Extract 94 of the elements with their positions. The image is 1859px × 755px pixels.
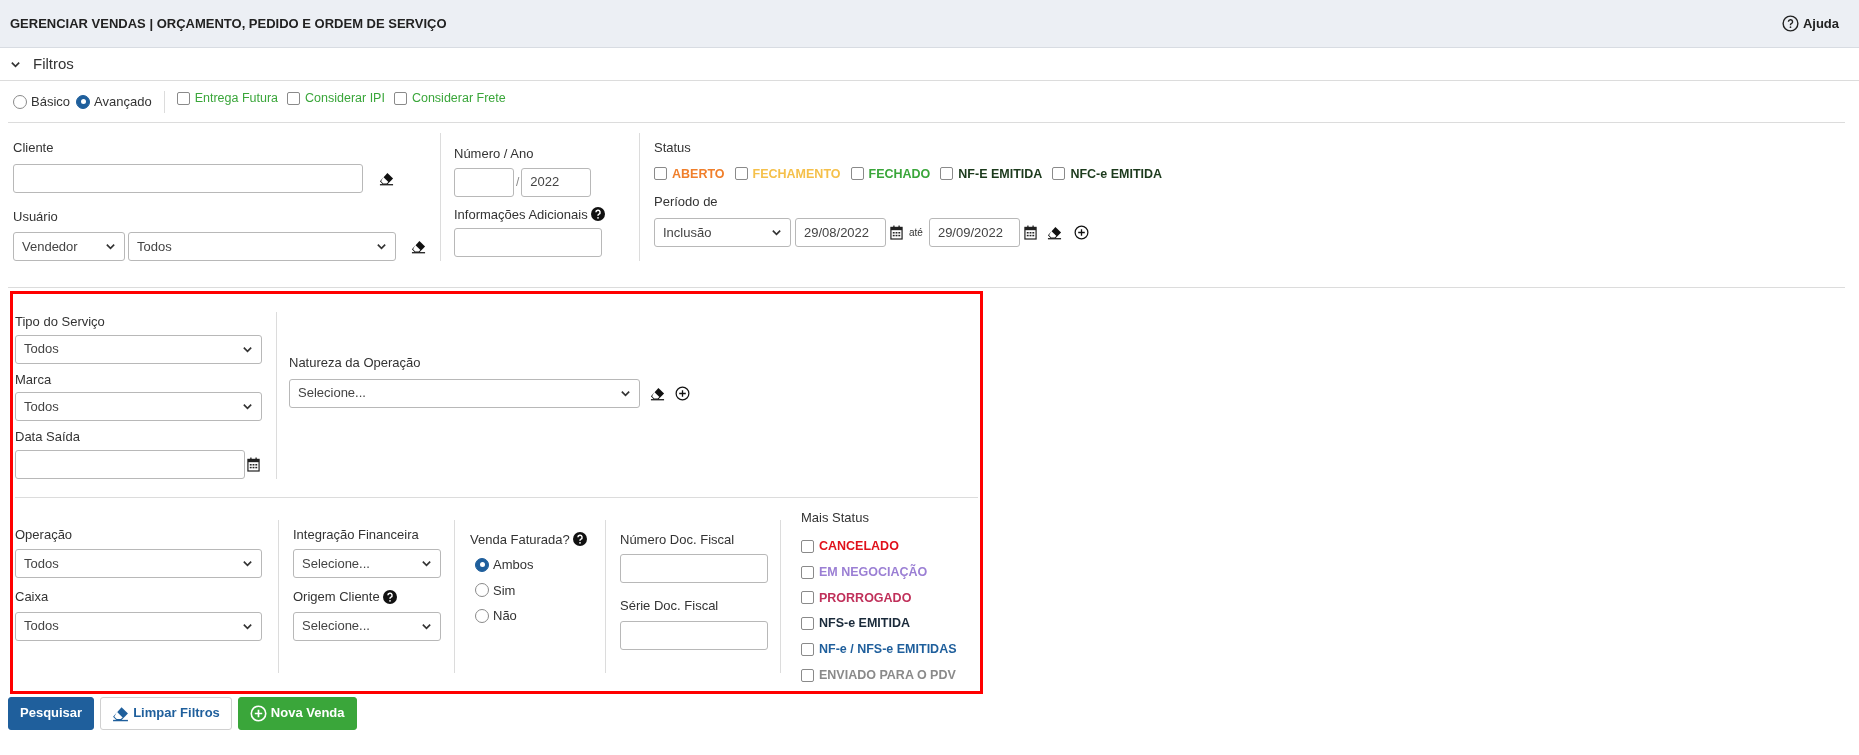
checkbox-label[interactable]: NF-e / NFS-e EMITIDAS xyxy=(819,640,957,659)
input-field[interactable]: 2022 xyxy=(521,167,592,197)
checkbox[interactable] xyxy=(801,539,814,553)
dropdown[interactable]: Selecione... xyxy=(293,611,441,641)
clear-filters-button[interactable]: Limpar Filtros xyxy=(100,696,232,730)
dropdown[interactable]: Todos xyxy=(128,232,396,261)
checkbox[interactable] xyxy=(734,167,748,181)
dropdown[interactable]: Vendedor xyxy=(13,232,125,261)
field-label: Marca xyxy=(15,370,53,389)
input-field[interactable] xyxy=(620,554,768,583)
checkbox[interactable] xyxy=(801,565,814,579)
help-icon[interactable] xyxy=(382,589,397,604)
radio-button[interactable] xyxy=(76,94,91,109)
eraser-icon xyxy=(112,704,130,722)
add-icon xyxy=(249,704,267,722)
checkbox[interactable] xyxy=(654,167,667,181)
radio-button[interactable] xyxy=(475,583,489,598)
checkbox-label[interactable]: NFC-e EMITIDA xyxy=(1070,164,1163,184)
field-label: Status xyxy=(654,139,692,157)
dropdown[interactable]: Inclusão xyxy=(654,217,791,247)
input-field[interactable] xyxy=(454,228,602,257)
separator-slash: / xyxy=(516,174,520,191)
radio-label[interactable]: Sim xyxy=(493,580,516,600)
radio-button[interactable] xyxy=(475,557,489,572)
checkbox[interactable] xyxy=(287,92,300,105)
eraser-icon[interactable] xyxy=(411,239,426,254)
checkbox-label[interactable]: PRORROGADO xyxy=(819,588,912,608)
checkbox[interactable] xyxy=(176,92,190,105)
chevron-down-icon xyxy=(242,401,253,412)
field-label: Operação xyxy=(15,525,74,544)
checkbox-label[interactable]: CANCELADO xyxy=(819,537,899,556)
checkbox[interactable] xyxy=(393,92,407,105)
filters-toggle[interactable]: Filtros xyxy=(0,48,1859,81)
field-label: Período de xyxy=(654,193,719,212)
help-icon[interactable] xyxy=(590,207,605,222)
radio-label[interactable]: Avançado xyxy=(94,91,152,112)
dropdown[interactable]: Todos xyxy=(15,549,262,578)
calendar-icon[interactable] xyxy=(247,456,260,472)
add-icon[interactable] xyxy=(675,385,690,401)
checkbox[interactable] xyxy=(801,591,814,605)
field-label: Cliente xyxy=(13,139,55,157)
field-label: Mais Status xyxy=(801,508,870,527)
radio-label[interactable]: Não xyxy=(493,606,517,626)
dropdown[interactable]: Selecione... xyxy=(289,378,640,408)
checkbox-label[interactable]: NF-E EMITIDA xyxy=(958,164,1043,184)
field-label: Data Saída xyxy=(15,428,82,446)
checkbox[interactable] xyxy=(850,167,864,181)
radio-button[interactable] xyxy=(475,608,489,623)
checkbox[interactable] xyxy=(801,668,814,682)
chevron-down-icon xyxy=(421,558,432,569)
checkbox-label[interactable]: NFS-e EMITIDA xyxy=(819,614,910,633)
input-field[interactable] xyxy=(454,167,514,197)
field-label: Venda Faturada? xyxy=(470,530,570,549)
search-button[interactable]: Pesquisar xyxy=(8,696,95,730)
field-label: Natureza da Operação xyxy=(289,354,422,372)
eraser-icon[interactable] xyxy=(1046,224,1062,240)
field-label: Série Doc. Fiscal xyxy=(620,597,720,615)
input-field[interactable] xyxy=(620,620,768,650)
dropdown[interactable]: Todos xyxy=(15,392,262,421)
field-label: Tipo do Serviço xyxy=(15,313,106,331)
page-title: GERENCIAR VENDAS | ORÇAMENTO, PEDIDO E ORDEM DE SERVIÇO xyxy=(10,14,447,33)
chevron-down-icon xyxy=(242,558,253,569)
chevron-down-icon xyxy=(376,241,387,252)
dropdown[interactable]: Selecione... xyxy=(293,549,441,578)
radio-label[interactable]: Básico xyxy=(31,91,71,112)
checkbox[interactable] xyxy=(1052,167,1066,181)
chevron-down-icon xyxy=(105,241,116,252)
field-label: Origem Cliente xyxy=(293,588,380,606)
eraser-icon[interactable] xyxy=(650,385,665,401)
input-field[interactable]: 29/09/2022 xyxy=(928,217,1020,247)
calendar-icon[interactable] xyxy=(1023,224,1037,240)
radio-label[interactable]: Ambos xyxy=(493,555,534,575)
field-label: Número Doc. Fiscal xyxy=(620,530,736,549)
help-link[interactable]: Ajuda xyxy=(1781,13,1839,34)
checkbox[interactable] xyxy=(801,617,814,631)
checkbox[interactable] xyxy=(801,642,814,656)
input-field[interactable] xyxy=(13,163,363,193)
calendar-icon[interactable] xyxy=(890,224,903,240)
field-label: Integração Financeira xyxy=(293,525,420,544)
input-field[interactable]: 29/08/2022 xyxy=(795,217,886,247)
help-icon xyxy=(1781,15,1799,32)
eraser-icon[interactable] xyxy=(379,170,394,186)
input-field[interactable] xyxy=(15,449,245,479)
between-label: até xyxy=(909,225,923,240)
field-label: Número / Ano xyxy=(454,145,535,163)
dropdown[interactable]: Todos xyxy=(15,611,262,641)
checkbox[interactable] xyxy=(940,167,954,181)
field-label: Usuário xyxy=(13,207,59,226)
field-label: Caixa xyxy=(15,588,50,606)
dropdown[interactable]: Todos xyxy=(15,334,262,364)
radio-button[interactable] xyxy=(13,94,27,109)
add-icon[interactable] xyxy=(1073,224,1089,240)
help-icon[interactable] xyxy=(572,532,587,547)
field-label: Informações Adicionais xyxy=(454,205,588,224)
